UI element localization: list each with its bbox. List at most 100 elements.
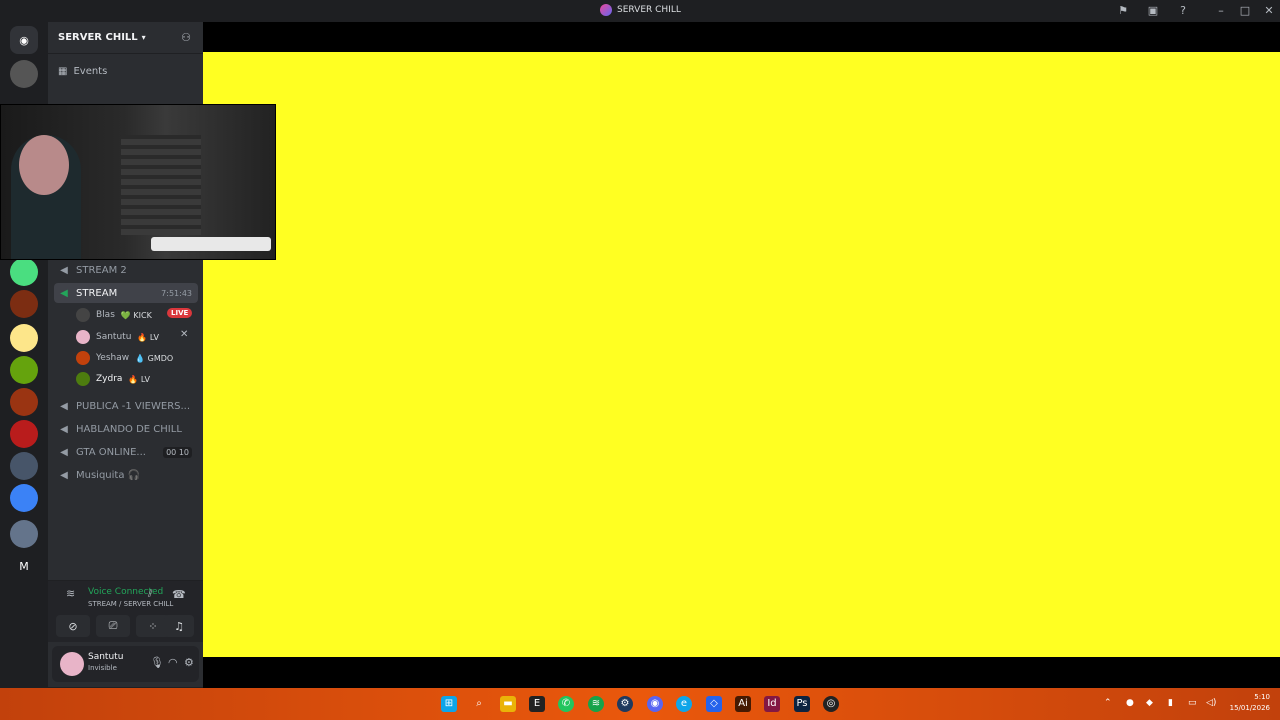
server-name: SERVER CHILL (58, 32, 138, 43)
speaker-icon: ◀ (60, 400, 68, 412)
user-status: Invisible (88, 664, 117, 672)
voice-user-name: Santutu (96, 332, 132, 342)
calendar-icon: ▦ (58, 66, 68, 77)
whatsapp-icon[interactable]: ✆ (558, 696, 574, 712)
microphone-icon[interactable]: ▮ (1168, 698, 1173, 708)
voice-user-tag: 🔥 LV (137, 332, 159, 342)
voice-channel[interactable]: ◀ GTA ONLINE... 00 10 (58, 442, 198, 462)
voice-connection-panel: ≋ Voice Connected STREAM / SERVER CHILL … (48, 580, 203, 642)
monitor-icon[interactable]: ▭ (1188, 698, 1197, 708)
search-icon[interactable]: ⌕ (471, 696, 487, 712)
clock[interactable]: 5:10 15/01/2026 (1230, 692, 1270, 714)
avatar (76, 330, 90, 344)
voice-user[interactable]: Yeshaw 💧 GMDO (76, 349, 173, 367)
server-icon[interactable] (10, 520, 38, 548)
stream-video[interactable] (203, 52, 1280, 657)
voice-user-name: Zydra (96, 374, 123, 384)
server-icon[interactable] (10, 324, 38, 352)
voice-user[interactable]: Zydra 🔥 LV (76, 370, 150, 388)
voice-user-tag: 💚 KICK (120, 310, 152, 320)
voice-user-name: Blas (96, 310, 115, 320)
voice-channel[interactable]: ◀ STREAM 2 (58, 260, 198, 280)
webcam-head (19, 135, 69, 195)
discord-home-icon[interactable]: ◉ (10, 26, 38, 54)
server-icon[interactable] (10, 356, 38, 384)
voice-user-name: Yeshaw (96, 353, 130, 363)
discord-icon[interactable]: ◉ (647, 696, 663, 712)
speaker-icon: ◀ (60, 264, 68, 276)
minimize-icon[interactable]: – (1214, 4, 1228, 18)
window-title: SERVER CHILL (600, 4, 681, 16)
voice-user[interactable]: Santutu 🔥 LV (76, 328, 159, 346)
app-icon[interactable]: ◎ (823, 696, 839, 712)
tray-icon[interactable]: ● (1126, 698, 1134, 708)
headphones-icon[interactable]: ◠ (168, 656, 178, 669)
server-icon[interactable] (10, 420, 38, 448)
disconnect-user-icon[interactable]: ✕ (180, 329, 188, 340)
title-bar: SERVER CHILL ⚑ ▣ ? – □ ✕ (0, 0, 1280, 22)
voice-channel[interactable]: ◀ Musiquita 🎧 (58, 465, 198, 485)
inbox-icon[interactable]: ⚑ (1116, 4, 1130, 18)
channel-name: STREAM (76, 287, 118, 299)
server-icon[interactable] (10, 290, 38, 318)
tray-chevron-icon[interactable]: ⌃ (1104, 698, 1112, 708)
camera-button[interactable]: ⊘ (56, 615, 90, 637)
voice-channel-path[interactable]: STREAM / SERVER CHILL (88, 600, 173, 608)
epic-games-icon[interactable]: E (529, 696, 545, 712)
noise-suppression-icon[interactable]: ⫽ (148, 589, 152, 600)
close-icon[interactable]: ✕ (1262, 4, 1276, 18)
voice-channel[interactable]: ◀ HABLANDO DE CHILL (58, 419, 198, 439)
webcam-overlay (0, 104, 276, 260)
server-icon-m[interactable]: M (10, 552, 38, 580)
edge-icon[interactable]: e (676, 696, 692, 712)
events-link[interactable]: ▦ Events (58, 66, 107, 77)
settings-gear-icon[interactable]: ⚙ (184, 656, 194, 669)
avatar[interactable] (60, 652, 84, 676)
user-panel[interactable]: Santutu Invisible 🎙 ◠ ⚙ (52, 646, 199, 682)
popout-icon[interactable]: ▣ (1146, 4, 1160, 18)
server-icon[interactable] (10, 452, 38, 480)
maximize-icon[interactable]: □ (1238, 4, 1252, 18)
help-icon[interactable]: ? (1176, 4, 1190, 18)
channel-name: Musiquita 🎧 (76, 469, 141, 481)
server-icon[interactable] (10, 60, 38, 88)
file-explorer-icon[interactable]: ▬ (500, 696, 516, 712)
channel-user-count: 00 10 (163, 446, 192, 458)
channel-name: GTA ONLINE... (76, 446, 146, 458)
disconnect-icon[interactable]: ☎ (172, 588, 186, 601)
webcam-keyboard (151, 237, 271, 251)
channel-timer: 7:51:43 (161, 288, 192, 298)
user-name: Santutu (88, 652, 124, 662)
server-folder-icon[interactable] (10, 484, 38, 512)
soundboard-button[interactable]: ♫ (164, 615, 194, 637)
webcam-background-window (121, 135, 201, 235)
server-initial: M (19, 559, 29, 573)
voice-channel-active[interactable]: ◀ STREAM 7:51:43 (54, 283, 198, 303)
server-header[interactable]: SERVER CHILL ▾ ⚇ (48, 22, 203, 54)
photoshop-icon[interactable]: Ps (794, 696, 810, 712)
speaker-icon: ◀ (60, 446, 68, 458)
channel-name: STREAM 2 (76, 264, 127, 276)
microphone-icon[interactable]: 🎙 (150, 656, 164, 669)
spotify-icon[interactable]: ≋ (588, 696, 604, 712)
voice-user[interactable]: Blas 💚 KICK (76, 306, 152, 324)
indesign-icon[interactable]: Id (764, 696, 780, 712)
server-icon[interactable] (10, 258, 38, 286)
taskbar: ⊞ ⌕ ▬ E ✆ ≋ ⚙ ◉ e ◇ Ai Id Ps ◎ ⌃ ● ◆ ▮ ▭… (0, 688, 1280, 720)
tray-icon[interactable]: ◆ (1146, 698, 1153, 708)
signal-icon[interactable]: ≋ (66, 587, 75, 600)
channel-name: PUBLICA -1 VIEWERS... (76, 400, 191, 412)
avatar (76, 351, 90, 365)
volume-icon[interactable]: ◁) (1206, 698, 1216, 708)
share-screen-button[interactable]: ⎚ (96, 615, 130, 637)
voice-user-tag: 🔥 LV (128, 374, 150, 384)
avatar (76, 308, 90, 322)
add-member-icon[interactable]: ⚇ (181, 31, 191, 44)
server-icon[interactable] (10, 388, 38, 416)
illustrator-icon[interactable]: Ai (735, 696, 751, 712)
start-icon[interactable]: ⊞ (441, 696, 457, 712)
avatar (76, 372, 90, 386)
steam-icon[interactable]: ⚙ (617, 696, 633, 712)
app-icon[interactable]: ◇ (706, 696, 722, 712)
voice-channel[interactable]: ◀ PUBLICA -1 VIEWERS... (58, 396, 198, 416)
